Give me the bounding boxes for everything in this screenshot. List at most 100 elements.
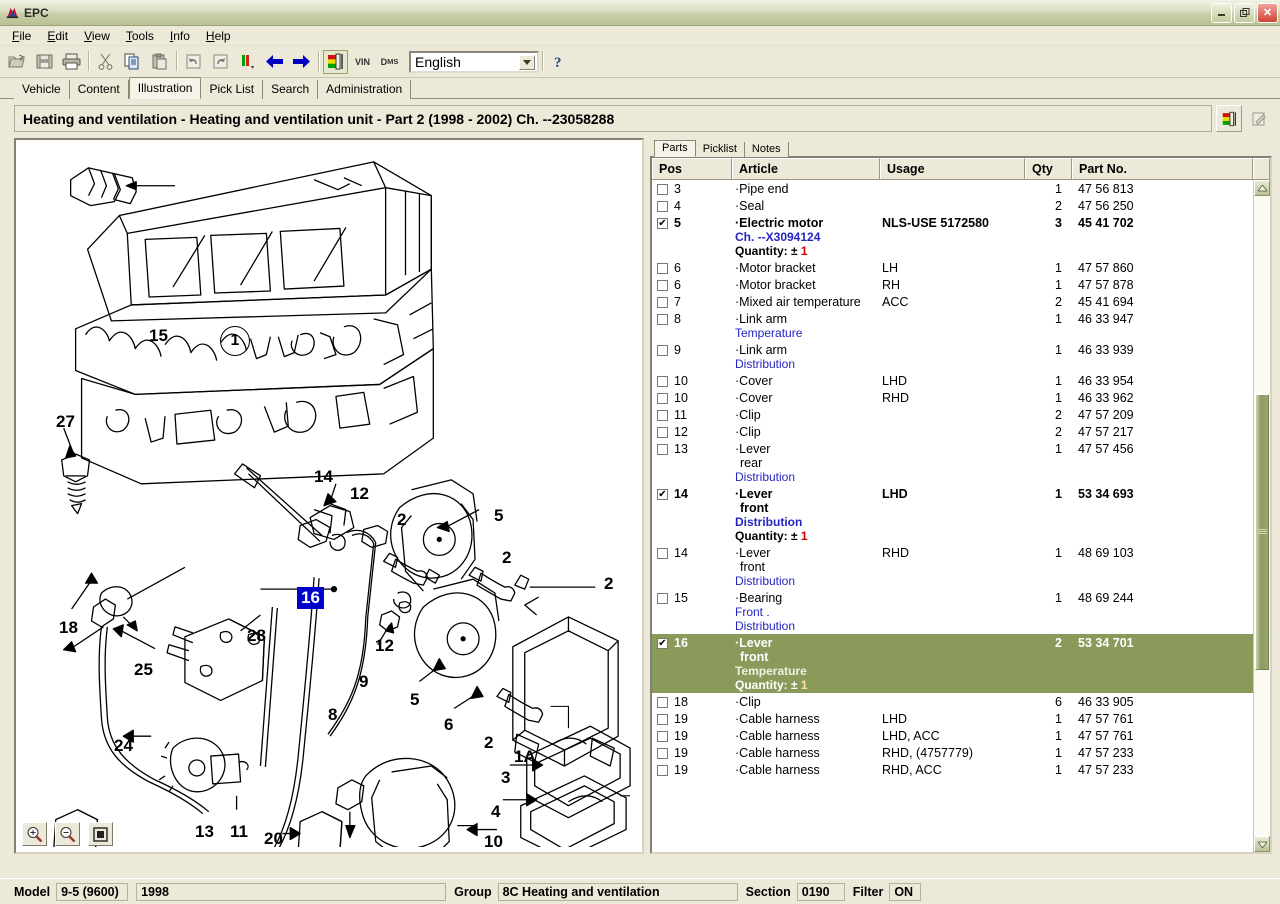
row-checkbox[interactable] [657, 444, 668, 455]
exit-door-icon-header[interactable] [1216, 105, 1242, 132]
callout-13[interactable]: 13 [195, 822, 214, 842]
tab-pick-list[interactable]: Pick List [201, 80, 264, 99]
tab-parts[interactable]: Parts [654, 140, 696, 157]
parts-vertical-scrollbar[interactable] [1253, 180, 1270, 852]
row-checkbox[interactable] [657, 297, 668, 308]
callout-24[interactable]: 24 [114, 736, 133, 756]
callout-14[interactable]: 14 [314, 467, 333, 487]
row-checkbox[interactable] [657, 427, 668, 438]
table-row[interactable]: 9 ·Link arm Distribution 1 46 33 939 [652, 341, 1253, 372]
row-checkbox[interactable] [657, 593, 668, 604]
table-row[interactable]: 6 ·Motor bracket LH 1 47 57 860 [652, 259, 1253, 276]
callout-5a[interactable]: 5 [494, 506, 503, 526]
fit-to-window-button[interactable] [88, 822, 113, 846]
row-checkbox[interactable] [657, 748, 668, 759]
table-row[interactable]: ✔ 14 ·Lever front Distribution Quantity: ± 1L… [652, 485, 1253, 544]
redo-icon[interactable] [208, 50, 233, 74]
scrollbar-thumb[interactable] [1255, 394, 1269, 670]
table-row[interactable]: 19 ·Cable harness LHD 1 47 57 761 [652, 710, 1253, 727]
table-row[interactable]: 11 ·Clip 2 47 57 209 [652, 406, 1253, 423]
callout-3[interactable]: 3 [501, 768, 510, 788]
callout-2b[interactable]: 2 [502, 548, 511, 568]
table-row[interactable]: ✔ 5 ·Electric motor Ch. --X3094124 Quantity:… [652, 214, 1253, 259]
row-checkbox[interactable] [657, 714, 668, 725]
open-icon[interactable] [5, 50, 30, 74]
tab-illustration[interactable]: Illustration [128, 77, 202, 99]
callout-27[interactable]: 27 [56, 412, 75, 432]
callout-4[interactable]: 4 [491, 802, 500, 822]
table-row[interactable]: 7 ·Mixed air temperature ACC 2 45 41 694 [652, 293, 1253, 310]
minimize-button[interactable] [1211, 2, 1232, 23]
row-checkbox[interactable] [657, 731, 668, 742]
back-arrow-icon[interactable] [262, 50, 287, 74]
table-row[interactable]: 14 ·Lever front Distribution RHD 1 48 69 103 [652, 544, 1253, 589]
table-row[interactable]: 19 ·Cable harness RHD, (4757779) 1 47 57 233 [652, 744, 1253, 761]
vin-icon[interactable]: VIN [350, 50, 375, 74]
row-checkbox[interactable] [657, 345, 668, 356]
callout-2d[interactable]: 2 [484, 733, 493, 753]
callout-16-selected[interactable]: 16 [297, 587, 324, 609]
table-row[interactable]: 12 ·Clip 2 47 57 217 [652, 423, 1253, 440]
scroll-down-button[interactable] [1254, 836, 1270, 852]
callout-9[interactable]: 9 [359, 672, 368, 692]
callout-8[interactable]: 8 [328, 705, 337, 725]
help-icon[interactable]: ? [547, 50, 572, 74]
row-checkbox[interactable]: ✔ [657, 218, 668, 229]
zoom-in-button[interactable] [22, 822, 47, 846]
column-header-usage[interactable]: Usage [880, 158, 1025, 179]
menu-view[interactable]: View [76, 27, 118, 45]
edit-note-icon[interactable] [1246, 105, 1272, 132]
row-checkbox[interactable] [657, 393, 668, 404]
tab-vehicle[interactable]: Vehicle [14, 80, 70, 99]
callout-1-circled[interactable]: 1 [220, 326, 250, 356]
parts-grid-body[interactable]: 3 ·Pipe end 1 47 56 813 4 ·Seal 2 47 56 250 ✔ 5 ·E… [652, 180, 1253, 852]
callout-20[interactable]: 20 [264, 829, 283, 849]
callout-2a[interactable]: 2 [397, 510, 406, 530]
table-row[interactable]: 13 ·Lever rear Distribution 1 47 57 456 [652, 440, 1253, 485]
row-checkbox[interactable] [657, 201, 668, 212]
callout-2c[interactable]: 2 [604, 574, 613, 594]
table-row[interactable]: 4 ·Seal 2 47 56 250 [652, 197, 1253, 214]
save-icon[interactable] [32, 50, 57, 74]
row-checkbox[interactable] [657, 263, 668, 274]
maximize-button[interactable] [1234, 2, 1255, 23]
table-row[interactable]: 6 ·Motor bracket RH 1 47 57 878 [652, 276, 1253, 293]
table-row[interactable]: 3 ·Pipe end 1 47 56 813 [652, 180, 1253, 197]
callout-1A[interactable]: 1A [514, 747, 536, 767]
callout-12a[interactable]: 12 [350, 484, 369, 504]
row-checkbox[interactable] [657, 765, 668, 776]
language-select[interactable]: English [409, 50, 539, 73]
menu-info[interactable]: Info [162, 27, 198, 45]
scroll-up-button[interactable] [1254, 180, 1270, 196]
callout-10[interactable]: 10 [484, 832, 503, 852]
row-checkbox[interactable] [657, 184, 668, 195]
row-checkbox[interactable]: ✔ [657, 489, 668, 500]
callout-11a[interactable]: 11 [230, 822, 248, 842]
illustration-pane[interactable]: 15 1 27 14 12 2 5 2 2 16 18 28 12 25 9 5… [14, 138, 644, 854]
callout-25[interactable]: 25 [134, 660, 153, 680]
table-row[interactable]: 18 ·Clip 6 46 33 905 [652, 693, 1253, 710]
table-row[interactable]: ✔ 16 ·Lever front Temperature Quantity: ± 1 2 5… [652, 634, 1253, 693]
callout-15[interactable]: 15 [149, 326, 168, 346]
table-row[interactable]: 19 ·Cable harness RHD, ACC 1 47 57 233 [652, 761, 1253, 778]
exit-door-icon[interactable] [323, 49, 348, 74]
column-header-partno[interactable]: Part No. [1072, 158, 1253, 179]
row-checkbox[interactable] [657, 548, 668, 559]
column-header-qty[interactable]: Qty [1025, 158, 1072, 179]
row-checkbox[interactable] [657, 314, 668, 325]
column-header-pos[interactable]: Pos [652, 158, 732, 179]
callout-12b[interactable]: 12 [375, 636, 394, 656]
scrollbar-track[interactable] [1254, 196, 1270, 836]
row-checkbox[interactable] [657, 280, 668, 291]
callout-6[interactable]: 6 [444, 715, 453, 735]
print-icon[interactable] [59, 50, 84, 74]
tab-administration[interactable]: Administration [318, 80, 412, 99]
row-checkbox[interactable] [657, 697, 668, 708]
callout-28[interactable]: 28 [247, 626, 266, 646]
menu-edit[interactable]: Edit [39, 27, 76, 45]
tab-search[interactable]: Search [263, 80, 319, 99]
chart-icon[interactable] [235, 50, 260, 74]
paste-icon[interactable] [147, 50, 172, 74]
close-button[interactable]: ✕ [1257, 2, 1278, 23]
table-row[interactable]: 10 ·Cover LHD 1 46 33 954 [652, 372, 1253, 389]
